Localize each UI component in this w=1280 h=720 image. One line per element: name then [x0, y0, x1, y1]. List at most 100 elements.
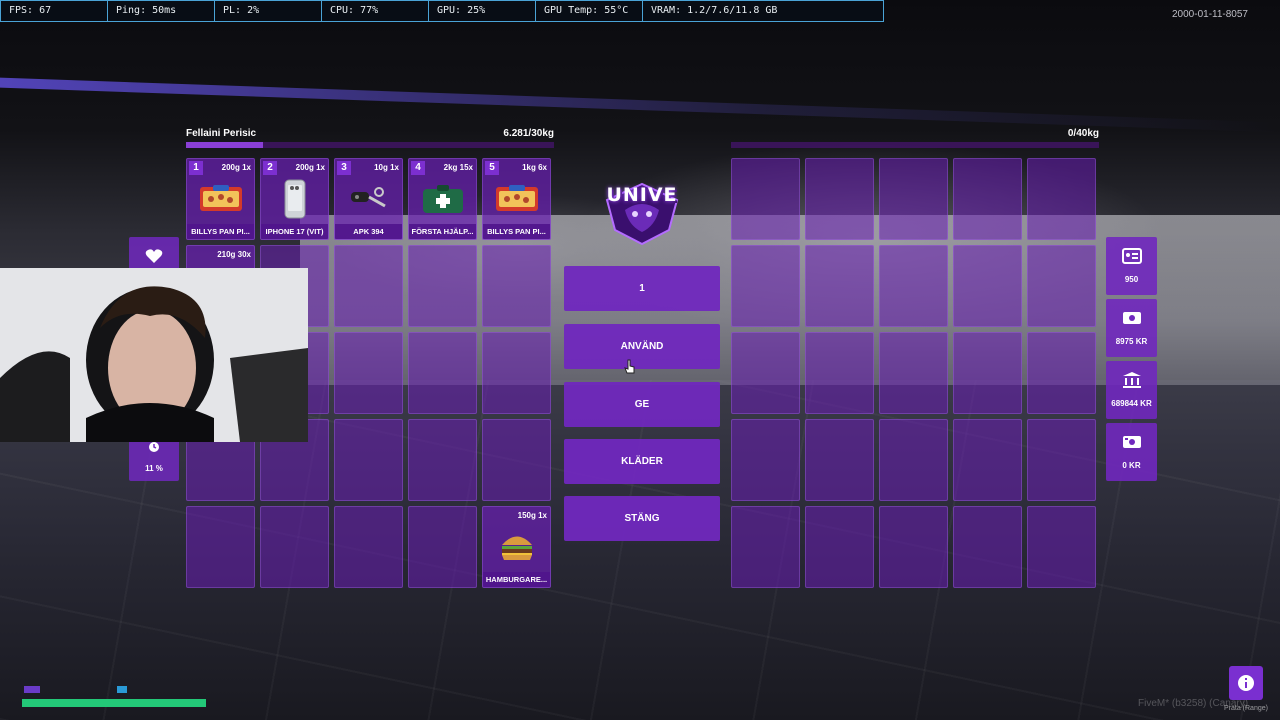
stress-icon: [149, 442, 159, 452]
player-weight-fill: [186, 142, 264, 148]
health-bar-fill: [22, 699, 206, 707]
slot-item-label: BILLYS PAN PI...: [187, 224, 254, 239]
slot-weight: 1kg 6x: [522, 163, 547, 172]
player-slot-9[interactable]: [408, 245, 477, 327]
slot-hotkey-number: 4: [411, 161, 425, 175]
ping-readout: Ping: 50ms: [108, 1, 215, 21]
other-slot-9[interactable]: [953, 245, 1022, 327]
other-slot-23[interactable]: [879, 506, 948, 588]
player-slot-13[interactable]: [334, 332, 403, 414]
phone-icon: [261, 179, 328, 219]
performance-hud: FPS: 67 Ping: 50ms PL: 2% CPU: 77% GPU: …: [0, 0, 884, 22]
other-slot-19[interactable]: [953, 419, 1022, 501]
black-money-value: 0 KR: [1122, 461, 1141, 470]
logo-text: UNIVE: [606, 184, 678, 206]
armor-indicator: [24, 686, 40, 693]
hamburger-icon: [483, 529, 550, 565]
other-slot-24[interactable]: [953, 506, 1022, 588]
heart-icon: [145, 249, 163, 263]
other-slot-11[interactable]: [731, 332, 800, 414]
voice-range-label: Prata (Range): [1224, 705, 1268, 712]
other-slot-3[interactable]: [879, 158, 948, 240]
player-slot-22[interactable]: [260, 506, 329, 588]
amount-input[interactable]: 1: [564, 266, 720, 311]
player-slot-21[interactable]: [186, 506, 255, 588]
date-stamp: 2000-01-11-8057: [1172, 9, 1248, 20]
player-slot-20[interactable]: [482, 419, 551, 501]
other-slot-6[interactable]: [731, 245, 800, 327]
other-slot-10[interactable]: [1027, 245, 1096, 327]
other-slot-15[interactable]: [1027, 332, 1096, 414]
give-button[interactable]: GE: [564, 382, 720, 427]
other-slot-8[interactable]: [879, 245, 948, 327]
gpu-readout: GPU: 25%: [429, 1, 536, 21]
info-icon: [1238, 675, 1254, 691]
vram-readout: VRAM: 1.2/7.6/11.8 GB: [651, 5, 778, 16]
bank-box: 689844 KR: [1106, 361, 1157, 419]
other-weight: 0/40kg: [1067, 128, 1099, 139]
slot-weight: 150g 1x: [517, 511, 547, 520]
other-slot-16[interactable]: [731, 419, 800, 501]
other-slot-22[interactable]: [805, 506, 874, 588]
player-slot-10[interactable]: [482, 245, 551, 327]
player-slot-4[interactable]: 4 2kg 15x FÖRSTA HJÄLP...: [408, 158, 477, 240]
fps-readout: FPS: 67: [1, 1, 108, 21]
scene-neon-light: [0, 77, 1280, 133]
player-slot-18[interactable]: [334, 419, 403, 501]
black-money-box: 0 KR: [1106, 423, 1157, 481]
player-slot-8[interactable]: [334, 245, 403, 327]
slot-item-label: APK 394: [335, 224, 402, 239]
slot-weight: 10g 1x: [374, 163, 399, 172]
other-slot-1[interactable]: [731, 158, 800, 240]
other-slot-12[interactable]: [805, 332, 874, 414]
other-slot-20[interactable]: [1027, 419, 1096, 501]
player-slot-23[interactable]: [334, 506, 403, 588]
player-name: Fellaini Perisic: [186, 128, 257, 139]
other-slot-13[interactable]: [879, 332, 948, 414]
other-slot-4[interactable]: [953, 158, 1022, 240]
other-slot-5[interactable]: [1027, 158, 1096, 240]
player-weight: 6.281/30kg: [503, 128, 554, 139]
other-slot-2[interactable]: [805, 158, 874, 240]
other-slot-17[interactable]: [805, 419, 874, 501]
hand-cursor-icon: [624, 359, 635, 374]
id-value: 950: [1124, 275, 1139, 284]
player-slot-2[interactable]: 2 200g 1x IPHONE 17 (VIT): [260, 158, 329, 240]
slot-item-label: IPHONE 17 (VIT): [261, 224, 328, 239]
cpu-readout: CPU: 77%: [322, 1, 429, 21]
player-slot-25[interactable]: 150g 1x HAMBURGARE...: [482, 506, 551, 588]
player-slot-15[interactable]: [482, 332, 551, 414]
voice-indicator: [117, 686, 127, 693]
car-keys-icon: [335, 181, 402, 217]
webcam-overlay: [0, 268, 308, 442]
close-button[interactable]: STÄNG: [564, 496, 720, 541]
slot-weight: 200g 1x: [295, 163, 325, 172]
pizza-box-icon: [483, 181, 550, 217]
player-slot-1[interactable]: 1 200g 1x BILLYS PAN PI...: [186, 158, 255, 240]
slot-weight: 2kg 15x: [443, 163, 473, 172]
other-slot-21[interactable]: [731, 506, 800, 588]
other-weight-bar: [731, 142, 1099, 148]
stress-value: 11 %: [145, 464, 163, 473]
player-slot-3[interactable]: 3 10g 1x APK 394: [334, 158, 403, 240]
clothes-button[interactable]: KLÄDER: [564, 439, 720, 484]
slot-weight: 210g 30x: [217, 250, 251, 259]
player-slot-14[interactable]: [408, 332, 477, 414]
health-bar-track: [22, 699, 206, 707]
player-slot-19[interactable]: [408, 419, 477, 501]
other-inventory-grid: [731, 158, 1096, 588]
info-button[interactable]: [1229, 666, 1263, 700]
player-slot-24[interactable]: [408, 506, 477, 588]
streamer-figure: [0, 268, 308, 442]
player-slot-5[interactable]: 5 1kg 6x BILLYS PAN PI...: [482, 158, 551, 240]
other-slot-25[interactable]: [1027, 506, 1096, 588]
player-weight-bar: [186, 142, 554, 148]
other-slot-18[interactable]: [879, 419, 948, 501]
other-slot-7[interactable]: [805, 245, 874, 327]
dirty-money-icon: [1122, 436, 1141, 448]
id-card-icon: [1121, 248, 1142, 264]
use-button[interactable]: ANVÄND: [564, 324, 720, 369]
other-slot-14[interactable]: [953, 332, 1022, 414]
cash-icon: [1122, 312, 1141, 324]
slot-hotkey-number: 1: [189, 161, 203, 175]
